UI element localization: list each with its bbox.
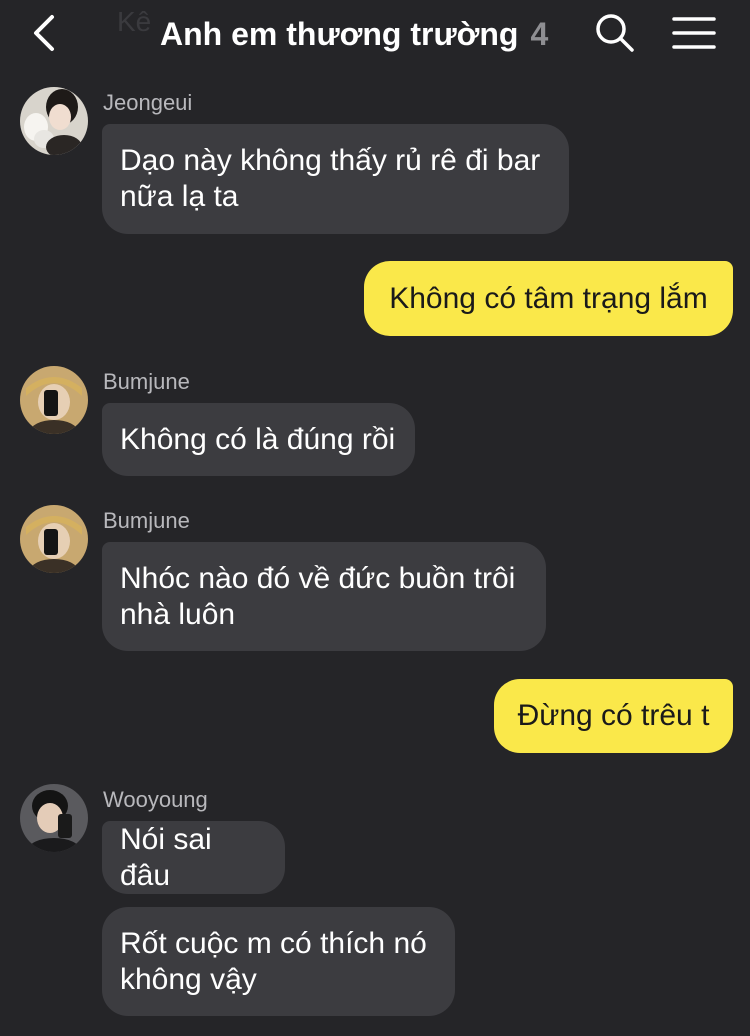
chat-title-group[interactable]: Anh em thương trường 4 bbox=[160, 12, 548, 56]
message-text: Không có là đúng rồi bbox=[120, 422, 396, 456]
message-bubble-outgoing[interactable]: Không có tâm trạng lắm bbox=[364, 261, 733, 336]
sender-name: Jeongeui bbox=[103, 90, 193, 115]
profile-photo-icon bbox=[20, 784, 88, 852]
avatar-wooyoung[interactable] bbox=[20, 784, 88, 852]
background-message-fragment: Kê bbox=[117, 6, 152, 37]
chat-header: Kê Anh em thương trường 4 bbox=[0, 0, 750, 70]
chat-title: Anh em thương trường bbox=[160, 15, 519, 52]
message-bubble[interactable]: Rốt cuộc m có thích nó không vậy bbox=[102, 907, 455, 1016]
avatar-bumjune[interactable] bbox=[20, 505, 88, 573]
profile-photo-icon bbox=[20, 505, 88, 573]
sender-name: Wooyoung bbox=[103, 787, 208, 812]
message-bubble[interactable]: Nói sai đâu bbox=[102, 821, 285, 894]
profile-photo-icon bbox=[20, 366, 88, 434]
avatar-jeongeui[interactable] bbox=[20, 87, 88, 155]
avatar-bumjune[interactable] bbox=[20, 366, 88, 434]
message-text: Rốt cuộc m có thích nó không vậy bbox=[120, 926, 427, 996]
message-text: Dạo này không thấy rủ rê đi bar nữa lạ t… bbox=[120, 144, 541, 213]
message-text: Không có tâm trạng lắm bbox=[389, 281, 708, 315]
profile-photo-icon bbox=[20, 87, 88, 155]
chevron-left-icon bbox=[34, 15, 54, 51]
message-text: Nói sai đâu bbox=[120, 822, 212, 892]
message-bubble-outgoing[interactable]: Đừng có trêu t bbox=[494, 679, 733, 753]
message-bubble[interactable]: Không có là đúng rồi bbox=[102, 403, 415, 476]
sender-name: Bumjune bbox=[103, 369, 190, 394]
member-count: 4 bbox=[530, 15, 549, 52]
menu-button[interactable] bbox=[670, 12, 718, 56]
message-bubble[interactable]: Nhóc nào đó về đức buồn trôi nhà luôn bbox=[102, 542, 546, 651]
message-bubble[interactable]: Dạo này không thấy rủ rê đi bar nữa lạ t… bbox=[102, 124, 569, 234]
search-button[interactable] bbox=[592, 10, 636, 56]
sender-name: Bumjune bbox=[103, 508, 190, 533]
search-icon bbox=[596, 14, 634, 52]
message-text: Nhóc nào đó về đức buồn trôi nhà luôn bbox=[120, 561, 516, 631]
back-button[interactable] bbox=[24, 10, 68, 56]
message-text: Đừng có trêu t bbox=[517, 699, 710, 732]
hamburger-menu-icon bbox=[672, 17, 716, 49]
